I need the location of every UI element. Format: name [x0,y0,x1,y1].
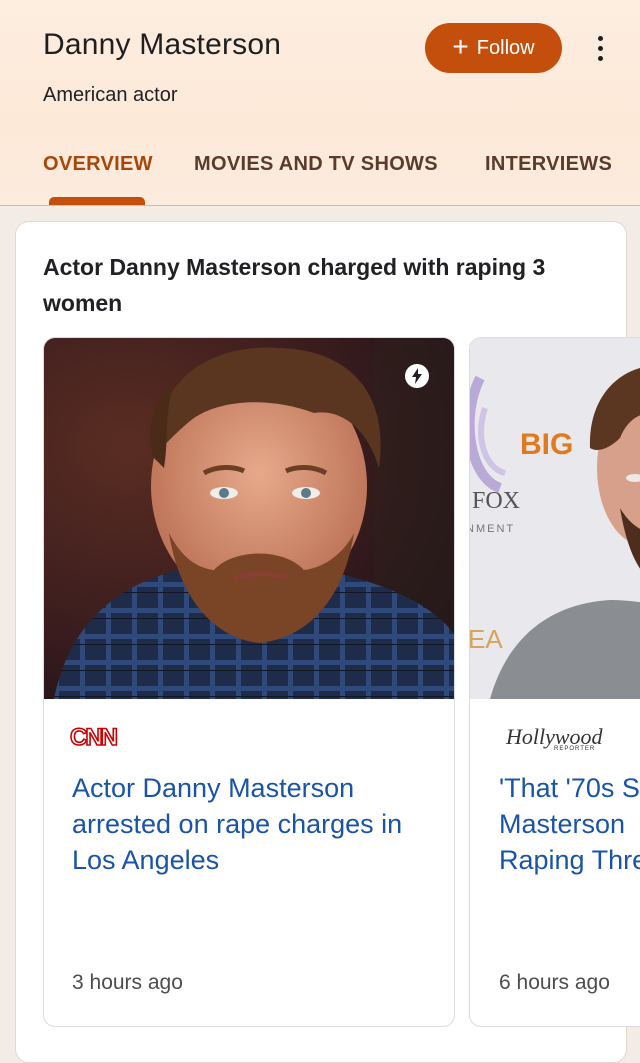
article-time: 3 hours ago [72,971,183,994]
news-card[interactable]: BIG FOX NMENT EA Hollywood REPORTER 'Tha… [469,337,640,1027]
dot [597,45,603,51]
dot [597,35,603,41]
backdrop-big-text: BIG [520,428,573,461]
follow-label: Follow [476,36,535,59]
dot [597,55,603,61]
tab-movies-and-tv-shows[interactable]: MOVIES AND TV SHOWS [194,153,438,176]
cnn-logo: CNN [69,723,119,752]
article-title-line: Masterson [499,809,626,839]
article-title-line: 'That '70s S [499,773,640,803]
article-title[interactable]: 'That '70s S Masterson Raping Thre [499,770,640,878]
hollywood-reporter-subtitle: REPORTER [554,746,596,752]
tab-overview[interactable]: OVERVIEW [43,153,153,176]
backdrop-ea-text: EA [470,624,503,654]
more-vert-icon[interactable] [588,30,612,66]
entity-header: Danny Masterson American actor + Follow … [0,0,640,206]
tab-interviews[interactable]: INTERVIEWS [485,153,612,176]
entity-subtitle: American actor [43,84,178,106]
follow-button[interactable]: + Follow [425,23,562,73]
hollywood-reporter-logo: Hollywood REPORTER [506,724,603,752]
backdrop-fox-text: FOX [472,488,520,514]
article-title-line: Raping Thre [499,845,640,875]
backdrop-nment-text: NMENT [470,523,515,535]
lightning-bolt-icon [405,364,429,388]
article-image: BIG FOX NMENT EA [470,338,640,699]
article-title[interactable]: Actor Danny Masterson arrested on rape c… [72,770,442,878]
article-time: 6 hours ago [499,971,610,994]
active-tab-indicator [49,197,145,205]
plus-icon: + [452,31,469,62]
story-headline[interactable]: Actor Danny Masterson charged with rapin… [43,249,583,321]
page-title: Danny Masterson [43,28,282,61]
article-image [44,338,454,699]
news-card[interactable]: CNN Actor Danny Masterson arrested on ra… [43,337,455,1027]
